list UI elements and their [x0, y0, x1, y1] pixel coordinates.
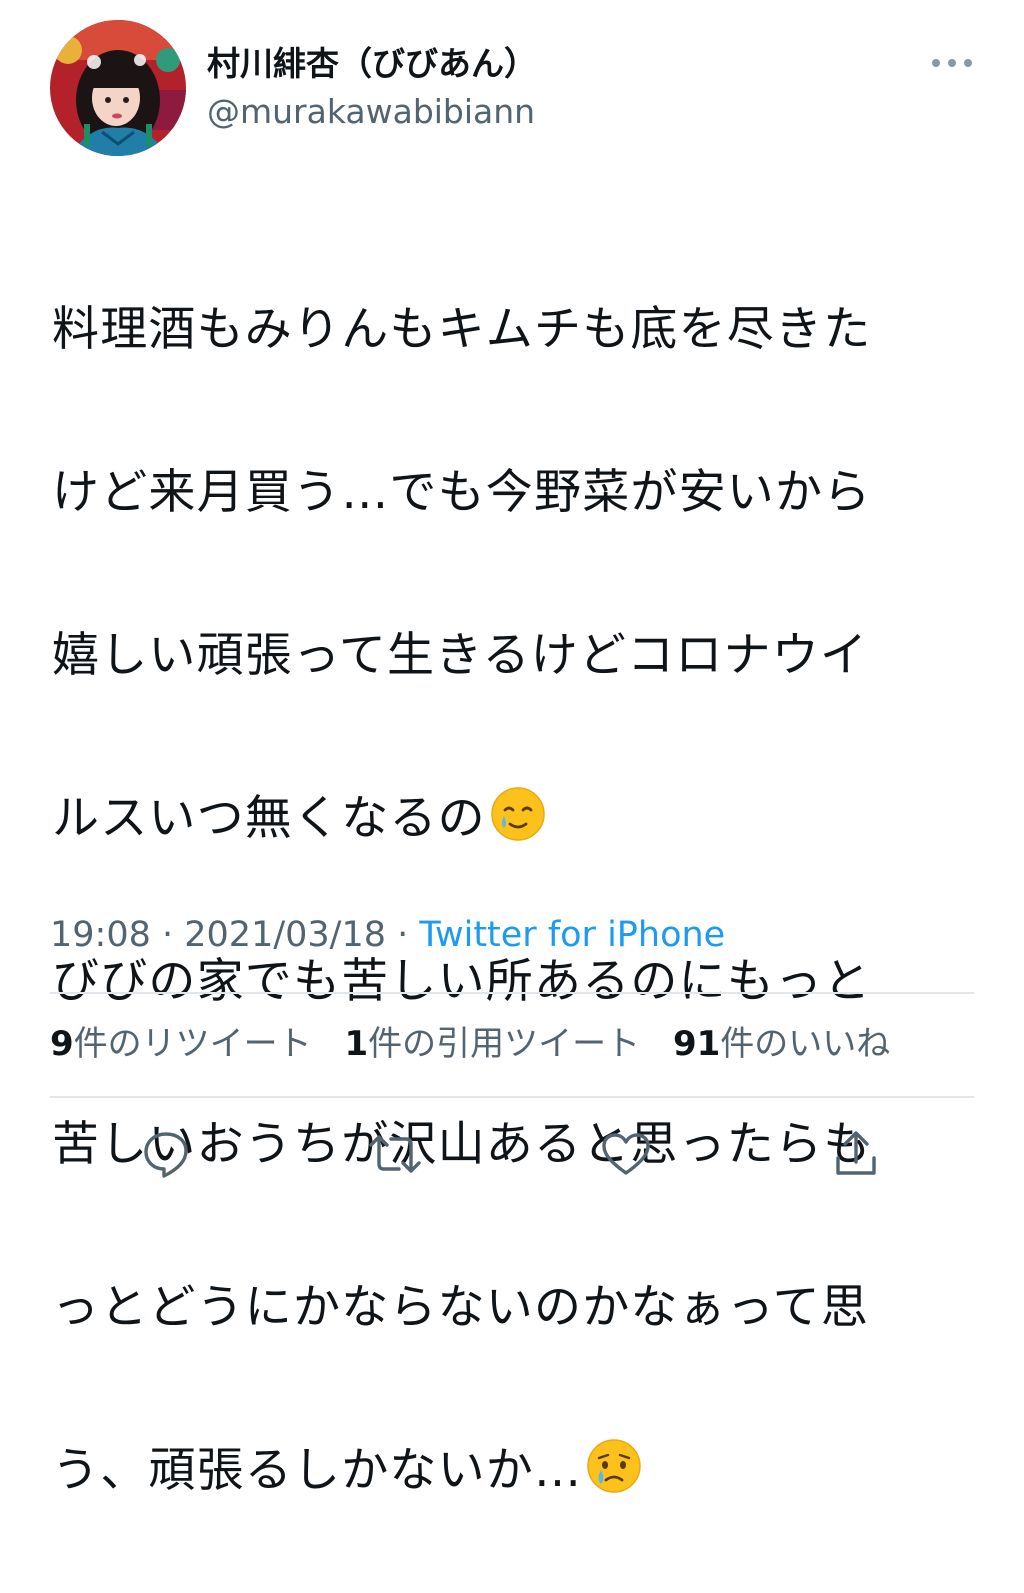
tweet-line: 嬉しい頑張って生きるけどコロナウイ — [52, 627, 869, 683]
reply-icon — [144, 1132, 188, 1178]
more-horizontal-icon — [932, 59, 972, 67]
likes-label: 件のいいね — [720, 1024, 891, 1064]
tweet-meta: 19:08 · 2021/03/18 · Twitter for iPhone — [50, 912, 725, 958]
crying-face-emoji — [587, 1438, 641, 1493]
tweet-text: 料理酒もみりんもキムチも底を尽きた けど来月買う…でも今野菜が安いから 嬉しい頑… — [52, 207, 982, 1593]
reply-button[interactable] — [138, 1126, 194, 1182]
meta-separator: · — [150, 915, 185, 955]
display-name[interactable]: 村川緋杏（びびあん） — [207, 44, 537, 84]
divider — [50, 1096, 974, 1098]
divider — [50, 992, 974, 994]
quotes-count: 1 — [344, 1024, 369, 1064]
avatar[interactable] — [50, 20, 186, 156]
share-icon — [836, 1131, 876, 1175]
tweet-line-with-emoji: う、頑張るしかないか… — [52, 1430, 982, 1512]
retweet-button[interactable] — [367, 1126, 423, 1182]
profile-photo — [50, 20, 186, 156]
like-icon — [602, 1133, 650, 1175]
likes-count: 91 — [672, 1024, 721, 1064]
quotes-stat[interactable]: 1件の引用ツイート — [344, 1024, 640, 1064]
user-handle[interactable]: @murakawabibiann — [207, 92, 535, 132]
meta-separator: · — [386, 915, 420, 955]
tweet-line-with-emoji: ルスいつ無くなるの — [52, 778, 982, 860]
tweet-date[interactable]: 2021/03/18 — [184, 915, 386, 955]
tweet-line-text: ルスいつ無くなるの — [52, 790, 486, 846]
tweet-stats: 9件のリツイート 1件の引用ツイート 91件のいいね — [50, 1021, 912, 1067]
tweet-line: っとどうにかならないのかなぁって思 — [52, 1279, 870, 1335]
tweet-line: けど来月買う…でも今野菜が安いから — [52, 464, 872, 520]
tweet-line-text: う、頑張るしかないか… — [52, 1442, 583, 1498]
retweets-count: 9 — [50, 1024, 74, 1064]
tweet-time[interactable]: 19:08 — [50, 915, 151, 955]
like-button[interactable] — [598, 1126, 654, 1182]
likes-stat[interactable]: 91件のいいね — [673, 1024, 890, 1064]
share-button[interactable] — [828, 1126, 884, 1182]
retweets-stat[interactable]: 9件のリツイート — [50, 1024, 312, 1064]
retweet-icon — [369, 1135, 421, 1173]
quotes-label: 件の引用ツイート — [368, 1024, 641, 1064]
smiling-face-with-tear-emoji — [491, 786, 545, 841]
more-button[interactable] — [922, 46, 982, 80]
tweet-line: 料理酒もみりんもキムチも底を尽きた — [52, 301, 872, 357]
retweets-label: 件のリツイート — [73, 1024, 312, 1064]
tweet-source-link[interactable]: Twitter for iPhone — [419, 915, 725, 955]
